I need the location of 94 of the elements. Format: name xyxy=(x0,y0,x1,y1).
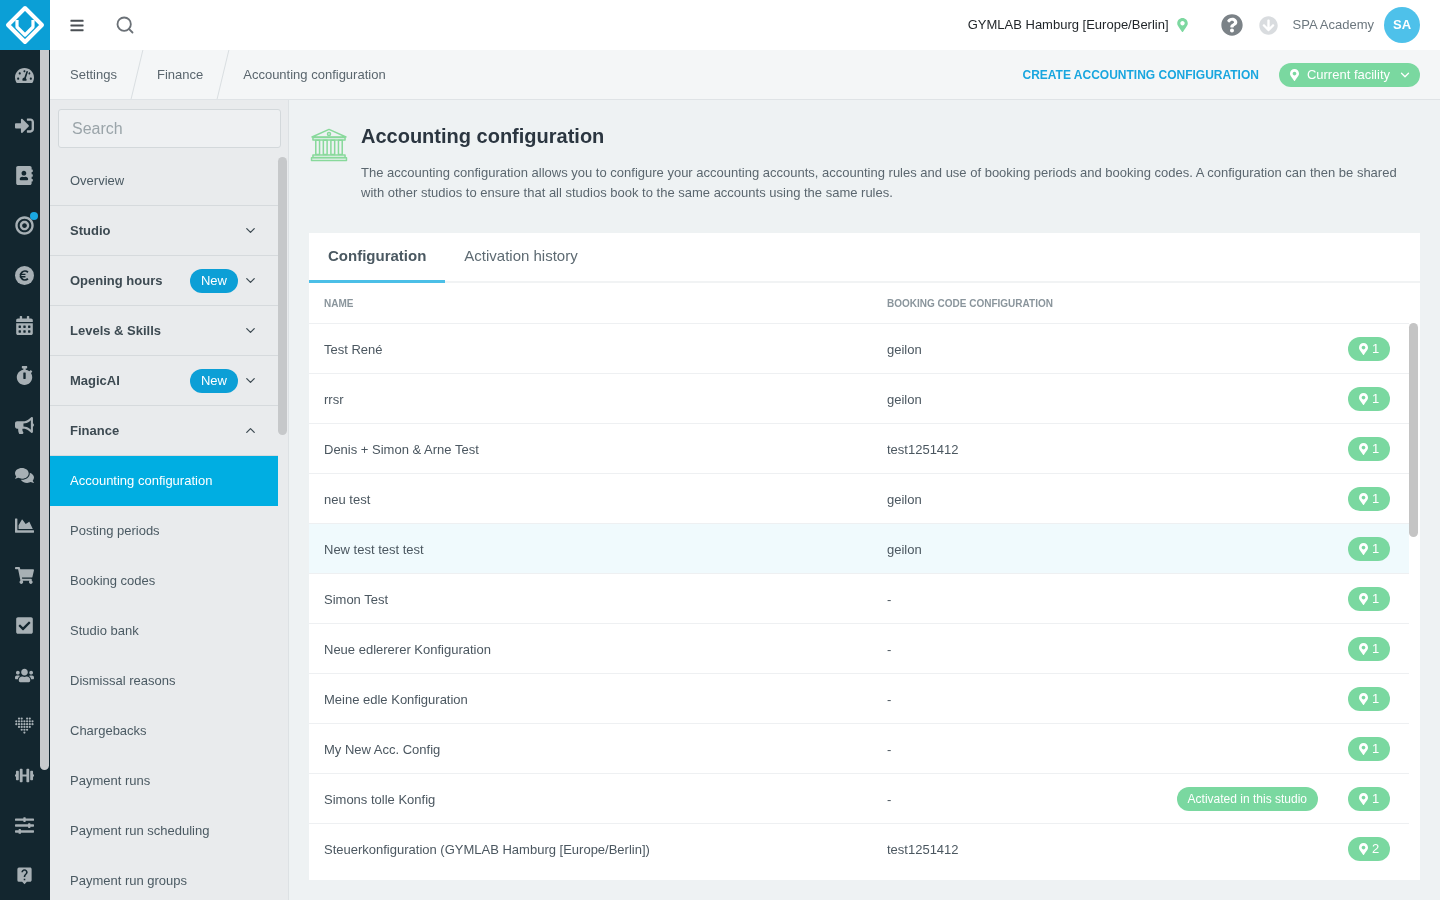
logo-icon[interactable] xyxy=(0,0,50,50)
tab[interactable]: Configuration xyxy=(309,233,446,283)
table-cell: My New Acc. Config xyxy=(324,741,441,757)
user-name: SPA Academy xyxy=(1292,16,1374,35)
address-book-icon[interactable] xyxy=(14,165,34,185)
table-cell: test1251412 xyxy=(887,441,959,457)
location-pin-icon xyxy=(1358,492,1368,505)
help-icon[interactable] xyxy=(1220,14,1243,36)
bank-building-icon xyxy=(310,128,348,162)
location-pin-icon xyxy=(1358,642,1368,655)
table-cell: - xyxy=(887,591,892,607)
location-count: 2 xyxy=(1371,839,1380,858)
menu-item[interactable]: Payment run scheduling xyxy=(50,806,278,856)
location-count: 1 xyxy=(1371,489,1380,508)
menu-item[interactable]: Posting periods xyxy=(50,506,278,556)
column-header: BOOKING CODE CONFIGURATION xyxy=(887,296,1053,311)
table-cell: Denis + Simon & Arne Test xyxy=(324,441,479,457)
location-pin-icon xyxy=(1358,792,1368,805)
location-pin-icon xyxy=(1358,442,1368,455)
menu-group[interactable]: Opening hours New xyxy=(50,256,278,306)
table-cell: Neue edlererer Konfiguration xyxy=(324,641,491,657)
table-cell: Steuerkonfiguration (GYMLAB Hamburg [Europe/Berlin]) xyxy=(324,841,650,857)
location-count: 1 xyxy=(1371,389,1380,408)
location-count: 1 xyxy=(1371,689,1380,708)
table-cell: geilon xyxy=(887,391,922,407)
table-cell: test1251412 xyxy=(887,841,959,857)
menu-item[interactable]: Dismissal reasons xyxy=(50,656,278,706)
menu-item[interactable]: Payment run groups xyxy=(50,856,278,900)
chat-bubbles-icon[interactable] xyxy=(14,465,34,485)
table-cell: Test René xyxy=(324,341,383,357)
location-count: 1 xyxy=(1371,339,1380,358)
location-pin-icon xyxy=(1358,592,1368,605)
table-cell: Simons tolle Konfig xyxy=(324,791,436,807)
menu-item[interactable]: Payment runs xyxy=(50,756,278,806)
table-row[interactable]: New test test test geilon 1 xyxy=(309,523,1409,573)
table-cell: geilon xyxy=(887,341,922,357)
table-cell: New test test test xyxy=(324,541,424,557)
scrollbar-thumb[interactable] xyxy=(278,157,287,435)
dotted-heart-icon[interactable] xyxy=(14,716,34,734)
location-count: 1 xyxy=(1371,539,1380,558)
table-cell: geilon xyxy=(887,541,922,557)
megaphone-icon[interactable] xyxy=(14,415,34,435)
table-cell: - xyxy=(887,641,892,657)
activation-status: Activated in this studio xyxy=(1176,786,1318,811)
menu-item[interactable]: Chargebacks xyxy=(50,706,278,756)
table-cell: neu test xyxy=(324,491,371,507)
table-cell: - xyxy=(887,791,892,807)
tab[interactable]: Activation history xyxy=(445,233,597,283)
new-label: New xyxy=(190,268,238,293)
location-pin-icon xyxy=(1358,392,1368,405)
location-count: 1 xyxy=(1371,439,1380,458)
location-pin-icon xyxy=(1358,692,1368,705)
calendar-icon[interactable] xyxy=(14,315,34,335)
cart-icon[interactable] xyxy=(14,565,34,585)
sliders-icon[interactable] xyxy=(14,815,34,835)
menu-icon[interactable] xyxy=(70,17,84,33)
column-header: NAME xyxy=(323,296,355,311)
facility-name: GYMLAB Hamburg [Europe/Berlin] xyxy=(967,16,1169,35)
area-chart-icon[interactable] xyxy=(14,515,34,535)
search-field[interactable]: Search xyxy=(58,109,281,148)
gauge-icon[interactable] xyxy=(14,65,34,85)
euro-coin-icon[interactable] xyxy=(14,265,34,285)
location-pin-icon xyxy=(1289,68,1299,81)
table-cell: rrsr xyxy=(324,391,344,407)
breadcrumb-link[interactable]: Settings xyxy=(70,64,117,85)
table-cell: Simon Test xyxy=(324,591,389,607)
breadcrumb-link[interactable]: Accounting configuration xyxy=(243,64,386,85)
table-cell: - xyxy=(887,691,892,707)
table-cell: - xyxy=(887,741,892,757)
stopwatch-icon[interactable] xyxy=(14,365,34,385)
scrollbar-thumb[interactable] xyxy=(40,50,49,770)
location-pin-icon xyxy=(1176,18,1188,32)
location-pin-icon xyxy=(1358,342,1368,355)
location-pin-icon xyxy=(1358,542,1368,555)
location-count: 1 xyxy=(1371,739,1380,758)
location-count: 1 xyxy=(1371,639,1380,658)
menu-group[interactable]: MagicAI New xyxy=(50,356,278,406)
page-description: The accounting configuration allows you to configure your accounting accounts, accounting rules and use of booking periods and booking codes. A configuration can then be shared with other studios to ensure that all studios book to the same accounts using the same rules. xyxy=(361,164,1398,202)
page-title: Accounting configuration xyxy=(361,124,606,149)
location-count: 1 xyxy=(1371,789,1380,808)
target-icon[interactable] xyxy=(14,215,34,235)
menu-item[interactable]: Booking codes xyxy=(50,556,278,606)
location-pin-icon xyxy=(1358,842,1368,855)
help-bubble-icon[interactable] xyxy=(14,865,34,885)
search-icon[interactable] xyxy=(115,15,135,35)
menu-item[interactable]: Studio bank xyxy=(50,606,278,656)
sign-in-icon[interactable] xyxy=(14,115,34,135)
new-label: New xyxy=(190,368,238,393)
table-cell: geilon xyxy=(887,491,922,507)
location-count: 1 xyxy=(1371,589,1380,608)
scrollbar-thumb[interactable] xyxy=(1409,323,1418,537)
table-cell: Meine edle Konfiguration xyxy=(324,691,468,707)
breadcrumb-link[interactable]: Finance xyxy=(157,64,204,85)
location-pin-icon xyxy=(1358,742,1368,755)
